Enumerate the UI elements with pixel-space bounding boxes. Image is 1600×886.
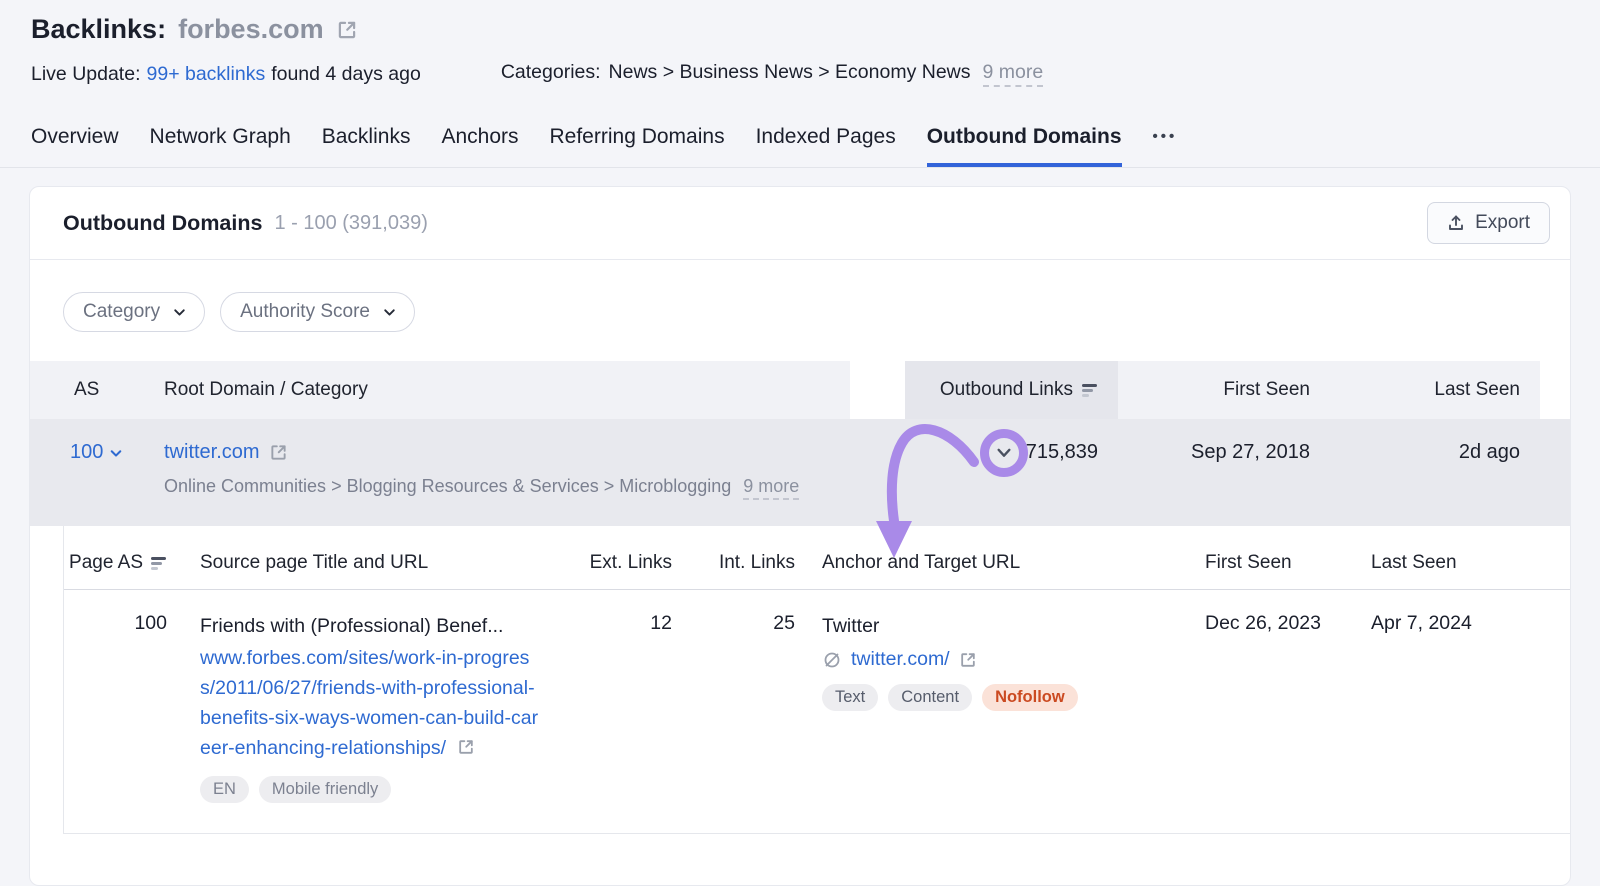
source-page-url-link[interactable]: www.forbes.com/sites/work-in-progress/20… [200, 647, 538, 759]
live-update-link[interactable]: 99+ backlinks [147, 63, 266, 86]
source-pages-subtable: Page AS Source page Title and URL Ext. L… [63, 526, 1570, 834]
ext-links-value: 12 [650, 612, 672, 634]
root-domain-cell: twitter.com Online Communities > Bloggin… [164, 441, 905, 500]
chevron-down-icon [172, 306, 187, 318]
table-row-twitter: 100 twitter.com Online Communities > Blo… [30, 419, 1570, 526]
source-page-cell: Friends with (Professional) Benef... www… [167, 612, 565, 803]
tab-indexed-pages[interactable]: Indexed Pages [756, 117, 896, 167]
link-type-badge-text: Text [822, 684, 879, 711]
live-update-label: Live Update: [31, 62, 141, 85]
category-filter-label: Category [83, 301, 161, 322]
tab-bar: Overview Network Graph Backlinks Anchors… [0, 117, 1600, 168]
outbound-domains-card: Outbound Domains 1 - 100 (391,039) Expor… [29, 186, 1571, 886]
tab-referring-domains[interactable]: Referring Domains [550, 117, 725, 167]
outbound-links-cell: 715,839 [905, 441, 1118, 464]
export-icon [1447, 214, 1465, 232]
card-title: Outbound Domains [63, 210, 263, 235]
categories-path: News > Business News > Economy News [608, 61, 971, 83]
more-tabs-icon[interactable]: ••• [1153, 120, 1178, 167]
page-title: Backlinks: forbes.com [31, 14, 1569, 45]
source-page-title: Friends with (Professional) Benef... [200, 615, 504, 637]
source-page-url: www.forbes.com/sites/work-in-progress/20… [200, 643, 542, 763]
domain-category-path: Online Communities > Blogging Resources … [164, 476, 905, 500]
authority-score-value[interactable]: 100 [70, 441, 103, 464]
language-badge: EN [200, 776, 249, 803]
nofollow-badge: Nofollow [982, 684, 1078, 711]
col-page-as[interactable]: Page AS [64, 552, 167, 574]
source-page-row: 100 Friends with (Professional) Benef...… [64, 590, 1570, 834]
link-type-badge-content: Content [888, 684, 973, 711]
external-link-icon[interactable] [336, 19, 358, 41]
page-title-prefix: Backlinks: [31, 14, 167, 44]
tab-backlinks[interactable]: Backlinks [322, 117, 411, 167]
domain-category-text: Online Communities > Blogging Resources … [164, 476, 732, 496]
col-root-domain-category: Root Domain / Category [164, 361, 850, 419]
page-meta: Live Update: 99+ backlinks found 4 days … [31, 61, 1569, 87]
col-outbound-links[interactable]: Outbound Links [905, 361, 1118, 419]
root-domain-link[interactable]: twitter.com [164, 441, 260, 464]
col-outbound-links-label: Outbound Links [939, 379, 1073, 400]
categories-label: Categories: [500, 61, 601, 83]
result-range: 1 - 100 (391,039) [274, 211, 428, 234]
col-int-links: Int. Links [718, 552, 795, 573]
col-sub-first-seen: First Seen [1205, 552, 1292, 573]
categories-more-link[interactable]: 9 more [982, 61, 1044, 87]
sort-desc-icon [150, 555, 167, 571]
chevron-down-icon [382, 306, 397, 318]
export-button[interactable]: Export [1427, 202, 1550, 244]
col-source-page: Source page Title and URL [200, 552, 429, 573]
int-links-value: 25 [773, 612, 795, 634]
col-first-seen: First Seen [1118, 361, 1310, 419]
tab-outbound-domains[interactable]: Outbound Domains [926, 117, 1122, 167]
sub-last-seen-value: Apr 7, 2024 [1371, 612, 1472, 634]
live-update-suffix: found 4 days ago [271, 62, 421, 85]
domain-category-more-link[interactable]: 9 more [743, 476, 800, 500]
target-url-link[interactable]: twitter.com/ [851, 648, 950, 671]
first-seen-cell: Sep 27, 2018 [1191, 441, 1310, 463]
col-ext-links: Ext. Links [589, 552, 672, 573]
page-header: Backlinks: forbes.com Live Update: 99+ b… [0, 0, 1600, 87]
outbound-links-value: 715,839 [1025, 441, 1098, 463]
external-link-icon[interactable] [959, 651, 977, 669]
filters-row: Category Authority Score [30, 260, 1570, 361]
main-table-header: AS Root Domain / Category Outbound Links… [30, 361, 1570, 419]
last-seen-cell: 2d ago [1458, 441, 1520, 463]
anchor-target-cell: Twitter twitter.com/ Text Content Nofoll… [795, 612, 1200, 711]
page-title-domain: forbes.com [178, 14, 324, 44]
chevron-down-icon [109, 447, 123, 459]
external-link-icon[interactable] [457, 738, 475, 756]
tab-overview[interactable]: Overview [31, 117, 119, 167]
noindex-icon[interactable] [822, 650, 842, 670]
mobile-friendly-badge: Mobile friendly [258, 776, 392, 803]
column-gap [850, 361, 905, 419]
collapse-row-chevron[interactable] [995, 444, 1013, 462]
anchor-text: Twitter [822, 615, 880, 637]
col-last-seen: Last Seen [1310, 361, 1540, 419]
sub-first-seen-value: Dec 26, 2023 [1205, 612, 1322, 634]
authority-score-filter-dropdown[interactable]: Authority Score [220, 292, 416, 332]
authority-score-filter-label: Authority Score [240, 301, 371, 322]
subtable-header: Page AS Source page Title and URL Ext. L… [64, 526, 1570, 590]
authority-score-cell[interactable]: 100 [30, 441, 164, 464]
page-as-value: 100 [134, 612, 167, 634]
external-link-icon[interactable] [269, 443, 288, 462]
col-as: AS [30, 361, 164, 419]
col-page-as-label: Page AS [69, 552, 143, 573]
tab-anchors[interactable]: Anchors [441, 117, 518, 167]
tab-network-graph[interactable]: Network Graph [150, 117, 291, 167]
category-filter-dropdown[interactable]: Category [63, 292, 206, 332]
card-header: Outbound Domains 1 - 100 (391,039) Expor… [30, 187, 1570, 260]
categories-group: Categories: News > Business News > Econo… [500, 61, 1044, 87]
col-sub-last-seen: Last Seen [1371, 552, 1457, 573]
export-button-label: Export [1475, 212, 1530, 233]
col-anchor-target: Anchor and Target URL [822, 552, 1021, 573]
sort-desc-icon [1081, 382, 1098, 398]
